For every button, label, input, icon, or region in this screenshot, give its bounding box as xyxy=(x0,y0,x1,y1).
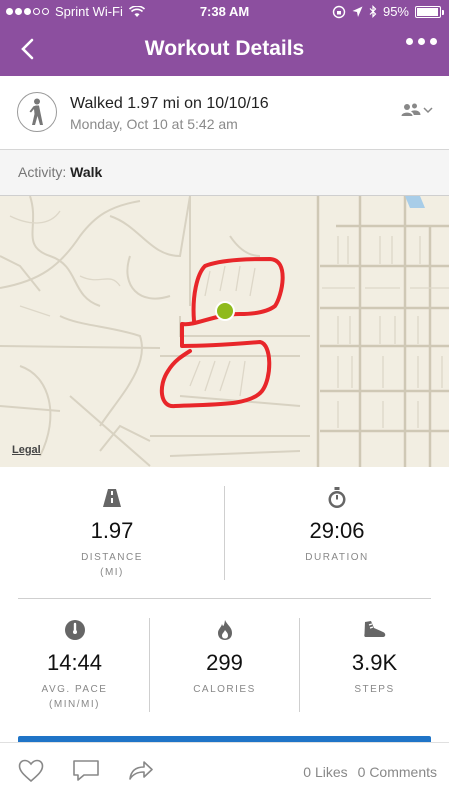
distance-unit: (MI) xyxy=(100,567,124,578)
steps-value: 3.9K xyxy=(351,650,398,675)
heart-icon xyxy=(18,759,44,783)
bluetooth-icon xyxy=(369,5,377,18)
pace-stat: 14:44 AVG. PACE (MIN/MI) xyxy=(0,618,149,712)
speedometer-icon xyxy=(0,618,149,642)
activity-value: Walk xyxy=(70,164,103,180)
more-dots-icon xyxy=(406,38,413,45)
distance-value: 1.97 xyxy=(90,518,134,543)
workout-title: Walked 1.97 mi on 10/10/16 xyxy=(70,95,269,112)
status-bar: Sprint Wi-Fi 7:38 AM 95% xyxy=(0,0,449,24)
duration-value: 29:06 xyxy=(309,518,365,543)
share-icon xyxy=(129,761,153,780)
shoe-icon xyxy=(300,618,449,642)
calories-stat: 299 CALORIES xyxy=(150,618,299,697)
location-icon xyxy=(352,6,363,17)
activity-row: Activity: Walk xyxy=(0,150,449,196)
walking-person-icon xyxy=(17,92,57,132)
divider xyxy=(18,598,431,599)
map-streets xyxy=(0,196,449,467)
stopwatch-icon xyxy=(225,486,449,510)
steps-label: STEPS xyxy=(354,684,395,695)
social-bar: 0 Likes 0 Comments xyxy=(0,742,449,800)
likes-count[interactable]: 0 Likes xyxy=(303,764,347,780)
header-bar: Sprint Wi-Fi 7:38 AM 95% Workout Details xyxy=(0,0,449,76)
comment-icon xyxy=(73,760,99,781)
pace-value: 14:44 xyxy=(46,650,103,675)
road-icon xyxy=(0,486,224,510)
more-options-button[interactable] xyxy=(406,38,437,45)
battery-icon xyxy=(415,5,444,18)
friends-privacy-icon xyxy=(401,103,421,116)
start-marker xyxy=(217,303,233,319)
pace-unit: (MIN/MI) xyxy=(49,699,100,710)
route-map[interactable]: Legal xyxy=(0,196,449,467)
comments-count[interactable]: 0 Comments xyxy=(358,764,437,780)
legal-link[interactable]: Legal xyxy=(12,444,41,456)
chevron-down-icon xyxy=(423,107,433,114)
calories-label: CALORIES xyxy=(193,684,256,695)
steps-stat: 3.9K STEPS xyxy=(300,618,449,697)
activity-label: Activity: xyxy=(18,164,67,180)
share-button[interactable] xyxy=(128,759,154,788)
pace-label: AVG. PACE xyxy=(41,684,108,695)
workout-header: Walked 1.97 mi on 10/10/16 Monday, Oct 1… xyxy=(0,76,449,150)
duration-stat: 29:06 DURATION xyxy=(225,486,449,565)
calories-value: 299 xyxy=(206,650,243,675)
distance-label: DISTANCE xyxy=(81,552,143,563)
duration-label: DURATION xyxy=(305,552,369,563)
page-title: Workout Details xyxy=(144,37,305,60)
comment-button[interactable] xyxy=(72,759,100,788)
flame-icon xyxy=(150,618,299,642)
rotation-lock-icon xyxy=(332,5,346,18)
distance-stat: 1.97 DISTANCE (MI) xyxy=(0,486,224,580)
battery-percent: 95% xyxy=(382,4,409,19)
privacy-button[interactable] xyxy=(401,102,433,118)
workout-date: Monday, Oct 10 at 5:42 am xyxy=(70,116,238,132)
like-button[interactable] xyxy=(18,759,44,788)
nav-bar: Workout Details xyxy=(0,24,449,76)
